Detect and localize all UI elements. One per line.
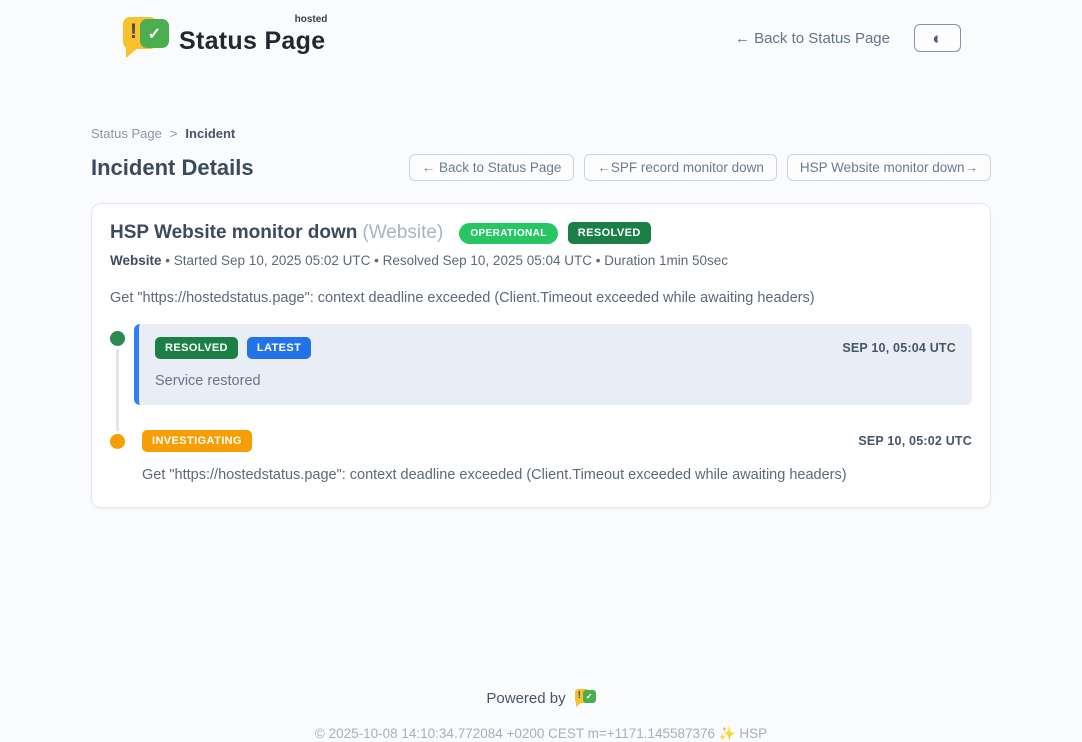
incident-title-row: HSP Website monitor down (Website) OPERA… [110,222,972,244]
breadcrumb: Status Page > Incident [91,126,991,141]
status-page-logo-icon: ! ✓ [123,15,169,61]
investigating-status-badge: INVESTIGATING [142,430,252,452]
exclamation-icon: ! [578,690,581,701]
incident-card: HSP Website monitor down (Website) OPERA… [91,203,991,508]
main-content: Status Page > Incident Incident Details … [91,126,991,508]
incident-nav-buttons: ← Back to Status Page ←SPF record monito… [409,154,991,181]
footer: Powered by ! ✓ © 2025-10-08 14:10:34.772… [0,688,1082,742]
check-icon: ✓ [140,19,169,48]
timeline-timestamp: SEP 10, 05:04 UTC [842,341,956,355]
contrast-icon: ◐ [932,30,942,47]
timeline-message: Service restored [155,373,956,389]
resolved-badge: RESOLVED [568,222,651,244]
logo-bubble-tail [126,47,139,58]
theme-toggle-button[interactable]: ◐ [914,24,961,52]
timeline-entry-head: INVESTIGATING SEP 10, 05:02 UTC [142,430,972,452]
incident-title: HSP Website monitor down [110,222,357,244]
timeline-entry-content: INVESTIGATING SEP 10, 05:02 UTC Get "htt… [134,430,972,483]
timeline-entry-investigating: INVESTIGATING SEP 10, 05:02 UTC Get "htt… [110,433,972,483]
powered-by-link[interactable]: Powered by ! ✓ [486,688,595,709]
timeline-timestamp: SEP 10, 05:02 UTC [858,434,972,448]
brand-hosted-label: hosted [295,14,328,25]
copyright-text: © 2025-10-08 14:10:34.772084 +0200 CEST … [0,726,1082,742]
status-page-mini-logo-icon: ! ✓ [575,688,596,709]
next-incident-button[interactable]: HSP Website monitor down→ [787,154,991,181]
brand-name: Status Page [179,27,325,55]
meta-details: • Started Sep 10, 2025 05:02 UTC • Resol… [165,253,728,268]
prev-incident-button[interactable]: ←SPF record monitor down [584,154,777,181]
header-actions: ← Back to Status Page ◐ [735,24,961,52]
green-dot-icon [110,331,125,346]
timeline-rail [110,330,134,346]
check-icon: ✓ [583,690,596,703]
timeline-rail [110,433,134,449]
logo-bubble-tail [576,702,582,707]
operational-badge: OPERATIONAL [459,223,557,244]
timeline-entry-head: RESOLVED LATEST SEP 10, 05:04 UTC [155,337,956,359]
page-title: Incident Details [91,155,254,181]
incident-meta: Website • Started Sep 10, 2025 05:02 UTC… [110,253,972,268]
latest-badge: LATEST [247,337,311,359]
app-logo[interactable]: ! ✓ hosted Status Page [123,15,325,61]
incident-description: Get "https://hostedstatus.page": context… [110,290,972,306]
meta-component: Website [110,253,162,268]
back-to-status-page-button[interactable]: ← Back to Status Page [409,154,575,181]
header: ! ✓ hosted Status Page ← Back to Status … [0,0,1082,62]
resolved-status-badge: RESOLVED [155,337,238,359]
title-row: Incident Details ← Back to Status Page ←… [91,154,991,181]
exclamation-icon: ! [130,20,137,44]
powered-by-label: Powered by [486,690,565,707]
orange-dot-icon [110,434,125,449]
back-to-status-page-link[interactable]: ← Back to Status Page [735,30,890,47]
breadcrumb-incident: Incident [185,126,235,141]
timeline-message: Get "https://hostedstatus.page": context… [142,467,972,483]
timeline-entry-resolved: RESOLVED LATEST SEP 10, 05:04 UTC Servic… [110,330,972,405]
breadcrumb-status-page[interactable]: Status Page [91,126,162,141]
timeline-connector-line [116,342,119,443]
timeline-entry-highlight-box: RESOLVED LATEST SEP 10, 05:04 UTC Servic… [134,324,972,405]
brand-text: hosted Status Page [179,15,325,56]
timeline-badges: RESOLVED LATEST [155,337,311,359]
incident-component: (Website) [362,222,443,244]
incident-timeline: RESOLVED LATEST SEP 10, 05:04 UTC Servic… [110,330,972,483]
breadcrumb-separator: > [170,126,178,141]
